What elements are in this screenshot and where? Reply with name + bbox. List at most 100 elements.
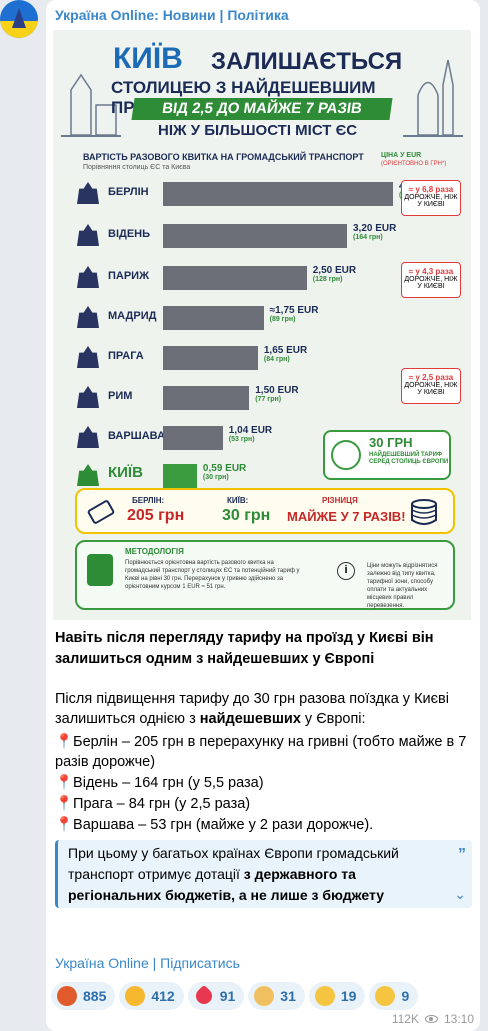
city-landmark-icon: [77, 426, 99, 448]
comparison-badge: ≈ у 2,5 раза ДОРОЖЧЕ, НІЖ У КИЄВІ: [401, 368, 461, 404]
post-list-item: 📍Відень – 164 грн (у 5,5 раза): [55, 775, 264, 791]
price-heading: ЦІНА У EUR: [381, 152, 422, 159]
chart-bar: [163, 386, 250, 410]
badge-text: ДОРОЖЧЕ, НІЖ У КИЄВІ: [404, 382, 458, 396]
badge-label: ≈ у 2,5 раза: [408, 373, 454, 382]
infographic-header: КИЇВ ЗАЛИШАЄТЬСЯ СТОЛИЦЕЮ З НАЙДЕШЕВШИМ …: [53, 30, 471, 170]
kyiv-cheapest-box: 30 ГРН НАЙДЕШЕВШИЙ ТАРИФ СЕРЕД СТОЛИЦЬ Є…: [323, 430, 451, 480]
grin-face-icon: [125, 986, 146, 1006]
reaction-pray[interactable]: 31: [248, 982, 305, 1010]
city-landmark-icon: [77, 182, 99, 204]
thumbs-up-icon: [314, 986, 335, 1006]
chart-bar: [163, 224, 347, 248]
city-landmark-icon: [77, 266, 99, 288]
methodology-box: МЕТОДОЛОГІЯ Порівнюється орієнтовна варт…: [75, 540, 455, 610]
compare-kyiv-label: КИЇВ:: [227, 496, 249, 505]
city-landmark-icon: [77, 386, 99, 408]
bar-value-label: 1,04 EUR (53 грн): [228, 425, 273, 443]
avatar-emblem-icon: [12, 8, 26, 28]
document-icon: [87, 554, 113, 586]
compare-berlin-label: БЕРЛІН:: [132, 496, 165, 505]
chart-bar: [163, 266, 307, 290]
city-landmark-icon: [77, 224, 99, 246]
chart-bar: [163, 464, 197, 488]
chart-heading: ВАРТІСТЬ РАЗОВОГО КВИТКА НА ГРОМАДСЬКИЙ …: [83, 152, 364, 162]
subscribe-link[interactable]: Україна Online | Підписатись: [55, 955, 240, 971]
infographic-image[interactable]: КИЇВ ЗАЛИШАЄТЬСЯ СТОЛИЦЕЮ З НАЙДЕШЕВШИМ …: [53, 30, 471, 620]
city-label: ПАРИЖ: [108, 270, 150, 282]
reaction-grin[interactable]: 412: [119, 982, 184, 1010]
methodology-title: МЕТОДОЛОГІЯ: [125, 547, 184, 556]
post-paragraph: Після підвищення тарифу до 30 грн разова…: [55, 689, 473, 729]
city-label: БЕРЛІН: [108, 186, 149, 198]
bar-value-label: 2,50 EUR (128 грн): [312, 265, 357, 283]
post-list-item: 📍Прага – 84 грн (у 2,5 раза): [55, 796, 251, 812]
bar-uah-label: (77 грн): [255, 396, 282, 403]
message-card: Україна Online: Новини | Політика КИЇВ З…: [46, 0, 480, 1031]
message-meta: 112K 13:10: [392, 1012, 474, 1026]
badge-text: ДОРОЖЧЕ, НІЖ У КИЄВІ: [404, 194, 458, 208]
bar-uah-label: (30 грн): [202, 474, 229, 481]
reaction-count: 412: [151, 988, 175, 1004]
bar-uah-label: (164 грн): [353, 234, 383, 241]
city-landmark-icon: [77, 464, 99, 486]
kyiv-box-text: НАЙДЕШЕВШИЙ ТАРИФ СЕРЕД СТОЛИЦЬ ЄВРОПИ: [369, 452, 449, 465]
reaction-count: 91: [219, 988, 236, 1004]
chart-bar: [163, 426, 223, 450]
quote-mark-icon: ”: [458, 846, 466, 863]
comparison-badge: ≈ у 4,3 раза ДОРОЖЧЕ, НІЖ У КИЄВІ: [401, 262, 461, 298]
bar-uah-label: (89 грн): [269, 316, 296, 323]
infographic-title-kyiv: КИЇВ: [113, 42, 183, 75]
eye-icon: [424, 1015, 438, 1023]
collapsed-quote[interactable]: При цьому у багатьох країнах Європи гром…: [55, 840, 472, 908]
compare-kyiv-value: 30 грн: [222, 507, 271, 524]
city-landmark-icon: [77, 306, 99, 328]
bar-value-label: 0,59 EUR (30 грн): [202, 463, 247, 481]
infographic-title-rest: ЗАЛИШАЄТЬСЯ: [211, 48, 403, 75]
badge-label: ≈ у 4,3 раза: [408, 267, 454, 276]
chart-row: МАДРИД ≈1,75 EUR (89 грн): [53, 302, 471, 334]
comparison-strip: БЕРЛІН: 205 грн КИЇВ: 30 грн РІЗНИЦЯ МАЙ…: [75, 488, 455, 534]
city-label: ВІДЕНЬ: [108, 228, 151, 240]
post-paragraph-end: у Європі:: [300, 711, 366, 727]
chart-row: ВІДЕНЬ 3,20 EUR (164 грн): [53, 220, 471, 252]
bar-value-label: ≈1,75 EUR (89 грн): [269, 305, 319, 323]
coins-icon: [411, 499, 437, 525]
channel-name[interactable]: Україна Online: Новини | Політика: [55, 7, 289, 23]
pray-hands-icon: [254, 986, 275, 1006]
compare-diff-label: РІЗНИЦЯ: [322, 496, 358, 505]
badge-text: ДОРОЖЧЕ, НІЖ У КИЄВІ: [404, 276, 458, 290]
bar-value-label: 1,50 EUR (77 грн): [255, 385, 299, 403]
bar-uah-label: (53 грн): [228, 436, 255, 443]
methodology-note: Ціни можуть відрізнятися залежно від тип…: [367, 563, 438, 609]
infographic-subtitle-2: НІЖ У БІЛЬШОСТІ МІСТ ЄС: [158, 122, 358, 139]
city-label: МАДРИД: [108, 310, 157, 322]
reaction-heart[interactable]: 91: [187, 982, 245, 1010]
expand-chevron-icon[interactable]: ⌄: [454, 884, 466, 905]
city-label: КИЇВ: [108, 464, 143, 481]
reaction-sad[interactable]: 9: [369, 982, 419, 1010]
kyiv-box-value: 30 ГРН: [369, 435, 413, 450]
angry-face-icon: [57, 986, 77, 1006]
chart-subheading: Порівняння столиць ЄС та Києва: [83, 164, 191, 171]
reaction-angry[interactable]: 885: [51, 982, 116, 1010]
post-list-item: 📍Берлін – 205 грн в перерахунку на гривн…: [55, 734, 467, 770]
chart-bar: [163, 306, 264, 330]
comparison-badge: ≈ у 6,8 раза ДОРОЖЧЕ, НІЖ У КИЄВІ: [401, 180, 461, 216]
city-label: РИМ: [108, 390, 133, 402]
badge-label: ≈ у 6,8 раза: [408, 185, 454, 194]
channel-avatar[interactable]: [0, 0, 38, 38]
city-landmark-icon: [77, 346, 99, 368]
post-headline: Навіть після перегляду тарифу на проїзд …: [55, 630, 434, 667]
compare-berlin-value: 205 грн: [127, 507, 185, 524]
reaction-count: 885: [83, 988, 107, 1004]
bar-uah-label: (84 грн): [263, 356, 290, 363]
chart-bar: [163, 346, 258, 370]
city-label: ВАРШАВА: [108, 430, 166, 442]
heart-icon: [192, 984, 216, 1008]
reactions-bar: 885 412 91 31 19 9: [51, 982, 419, 1010]
ticket-icon: [87, 500, 115, 524]
sad-face-icon: [375, 986, 396, 1006]
bar-uah-label: (128 грн): [312, 276, 343, 283]
reaction-thumbs-up[interactable]: 19: [308, 982, 366, 1010]
